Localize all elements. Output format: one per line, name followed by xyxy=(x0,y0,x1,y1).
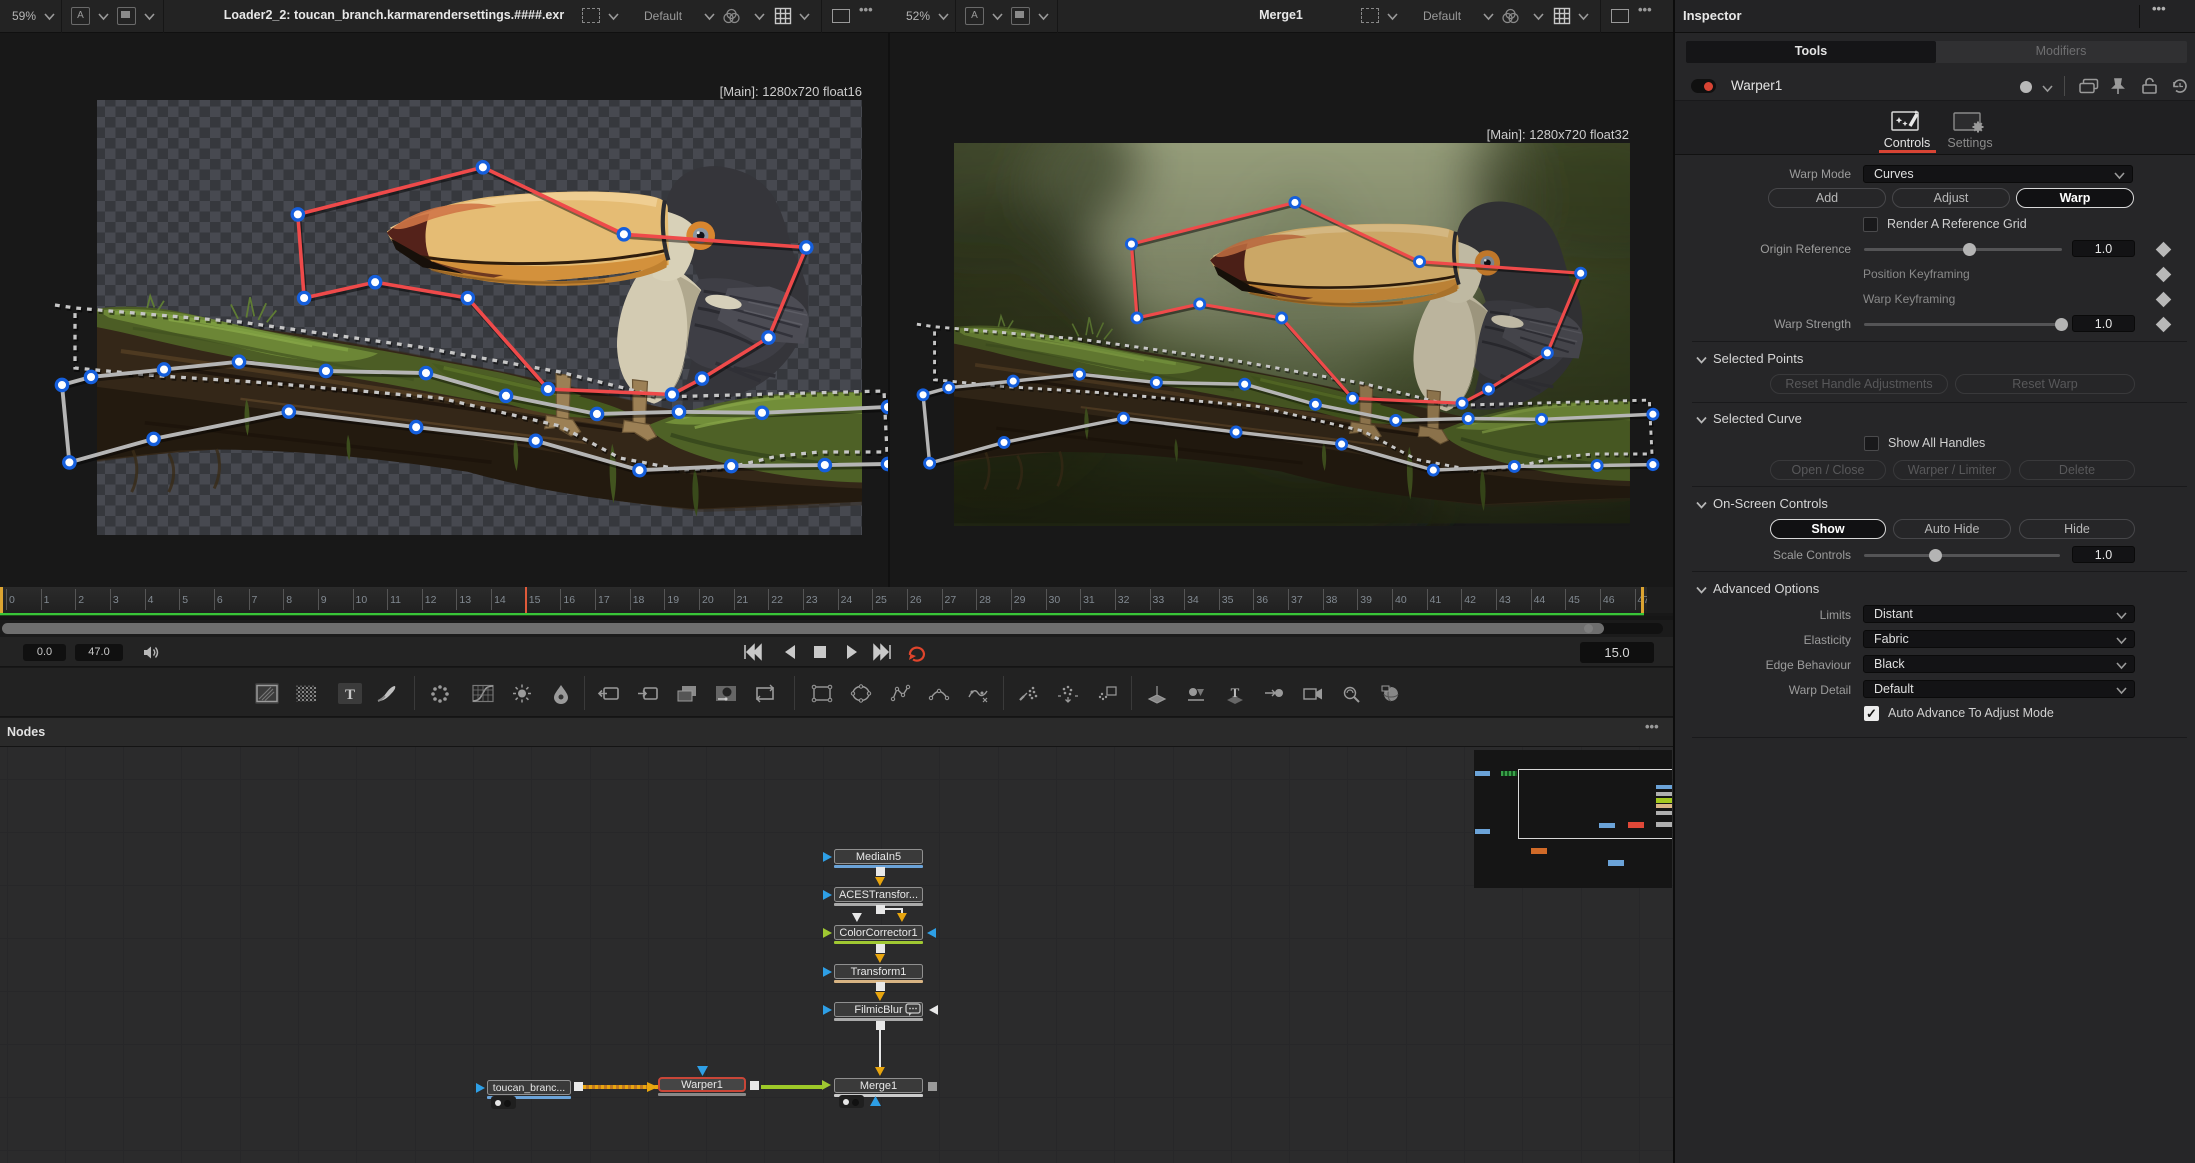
svg-text:[Main]: 1280x720 float16: [Main]: 1280x720 float16 xyxy=(720,84,862,99)
svg-text:T: T xyxy=(345,687,355,703)
svg-text:[Main]: 1280x720 float32: [Main]: 1280x720 float32 xyxy=(1487,127,1629,142)
svg-text:T: T xyxy=(1231,685,1240,700)
